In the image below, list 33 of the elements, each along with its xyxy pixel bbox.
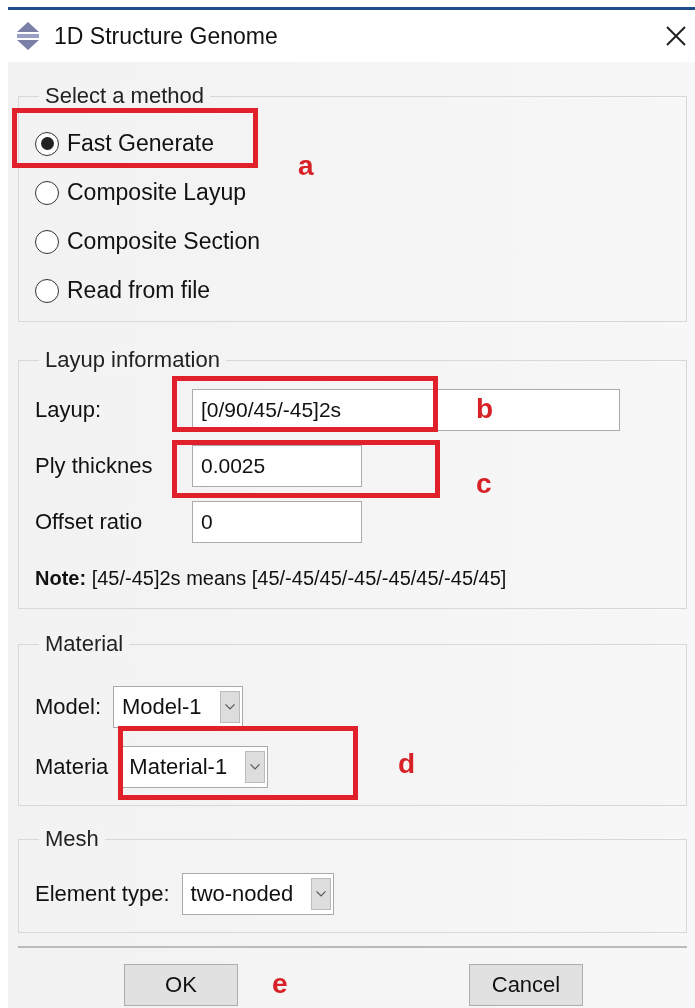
field-label: Materia (35, 754, 109, 780)
dropdown[interactable]: Model-1 (113, 686, 243, 728)
radio-label: Composite Layup (67, 179, 246, 206)
radio-label: Fast Generate (67, 130, 215, 157)
radio-label: Composite Section (67, 228, 261, 255)
field-label: Offset ratio (35, 509, 144, 535)
chevron-down-icon (311, 878, 332, 910)
dropdown[interactable]: Material-1 (120, 746, 269, 788)
chevron-down-icon (219, 691, 240, 723)
dropdown[interactable]: two-noded (181, 873, 335, 915)
field-label: Model: (35, 694, 102, 720)
input-field[interactable]: 0 (192, 501, 362, 543)
ok-button[interactable]: OK (124, 964, 238, 1006)
note-text: Note: [45/-45]2s means [45/-45/45/-45/-45/45/-45/45] (35, 567, 508, 591)
radio-label: Read from file (67, 277, 211, 304)
app-icon (14, 21, 42, 51)
annotation-label: d (398, 748, 416, 780)
chevron-down-icon (245, 751, 266, 783)
field-label: Element type: (35, 881, 170, 907)
field-label: Layup: (35, 397, 103, 423)
annotation-label: e (272, 968, 288, 1000)
close-icon[interactable] (665, 25, 687, 47)
radio-button[interactable] (35, 180, 59, 205)
cancel-button[interactable]: Cancel (469, 964, 583, 1006)
input-field[interactable]: 0.0025 (192, 445, 362, 487)
annotation-label: c (476, 468, 492, 500)
radio-button[interactable] (35, 131, 59, 156)
radio-button[interactable] (35, 278, 59, 303)
field-label: Ply thicknes (35, 453, 154, 479)
annotation-label: b (476, 393, 494, 425)
radio-button[interactable] (35, 229, 59, 254)
window-title: 1D Structure Genome (54, 22, 279, 50)
annotation-label: a (298, 150, 314, 182)
